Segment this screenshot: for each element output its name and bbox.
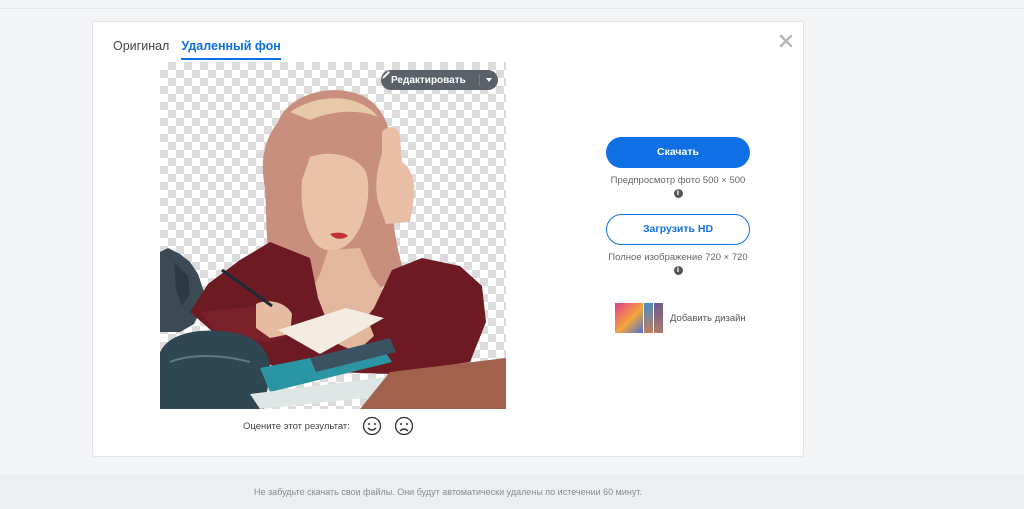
design-thumbnail bbox=[614, 302, 644, 334]
add-design-button[interactable]: Добавить дизайн bbox=[614, 302, 746, 334]
hd-caption: Полное изображение 720 × 720 bbox=[608, 252, 748, 263]
info-icon[interactable]: i bbox=[673, 189, 683, 198]
download-panel: Скачать Предпросмотр фото 500 × 500 i За… bbox=[598, 137, 758, 275]
download-button[interactable]: Скачать bbox=[606, 137, 750, 168]
result-preview: Редактировать bbox=[160, 62, 506, 409]
download-caption: Предпросмотр фото 500 × 500 bbox=[610, 175, 746, 186]
auto-delete-notice: Не забудьте скачать свои файлы. Они буду… bbox=[254, 487, 642, 497]
rating-label: Оцените этот результат: bbox=[243, 420, 350, 432]
edit-button-label: Редактировать bbox=[391, 74, 466, 86]
result-card: Оригинал Удаленный фон Редактировать Оце… bbox=[92, 21, 804, 457]
tab-removed-background[interactable]: Удаленный фон bbox=[181, 39, 281, 60]
info-icon[interactable]: i bbox=[673, 266, 683, 275]
tab-original[interactable]: Оригинал bbox=[113, 39, 169, 60]
frown-icon[interactable] bbox=[394, 416, 414, 436]
rating-bar: Оцените этот результат: bbox=[243, 416, 414, 436]
chevron-down-icon[interactable] bbox=[486, 78, 492, 82]
add-design-label: Добавить дизайн bbox=[670, 312, 746, 324]
download-hd-button[interactable]: Загрузить HD bbox=[606, 214, 750, 245]
design-thumbnails bbox=[614, 302, 666, 334]
edit-dropdown-button[interactable]: Редактировать bbox=[381, 70, 498, 90]
edit-separator bbox=[479, 74, 480, 86]
view-tabs: Оригинал Удаленный фон bbox=[113, 39, 281, 60]
cutout-image bbox=[160, 90, 506, 409]
close-icon[interactable] bbox=[779, 34, 793, 48]
top-divider bbox=[0, 8, 1024, 9]
brush-icon bbox=[382, 71, 390, 79]
smile-icon[interactable] bbox=[362, 416, 382, 436]
